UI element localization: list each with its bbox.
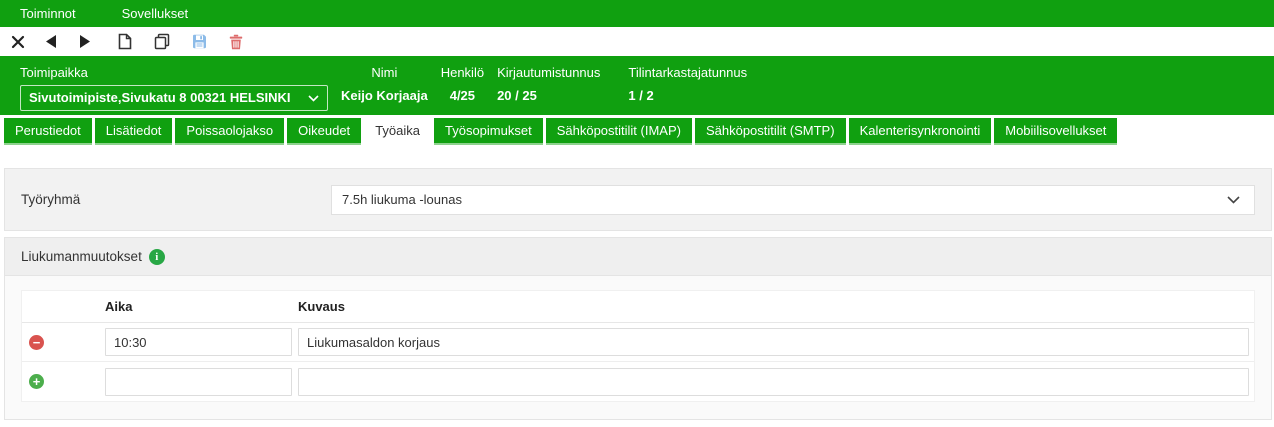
delete-icon[interactable] bbox=[226, 32, 246, 52]
tab-bar: Perustiedot Lisätiedot Poissaolojakso Oi… bbox=[0, 115, 1274, 145]
field-kirjautumistunnus: Kirjautumistunnus 20 / 25 bbox=[497, 63, 600, 115]
toolbar bbox=[0, 27, 1274, 56]
flex-changes-section: Liukumanmuutokset i Aika Kuvaus − + bbox=[4, 237, 1272, 420]
menu-toiminnot[interactable]: Toiminnot bbox=[6, 0, 90, 27]
chevron-down-icon bbox=[1227, 192, 1240, 207]
tab-tyosopimukset[interactable]: Työsopimukset bbox=[434, 118, 543, 145]
nimi-label: Nimi bbox=[371, 63, 397, 83]
table-row: + bbox=[22, 362, 1254, 401]
kirjautumistunnus-label: Kirjautumistunnus bbox=[497, 63, 600, 83]
toimipaikka-value: Sivutoimipiste,Sivukatu 8 00321 HELSINKI bbox=[29, 86, 291, 110]
workgroup-value: 7.5h liukuma -lounas bbox=[342, 192, 462, 207]
field-tilintarkastajatunnus: Tilintarkastajatunnus 1 / 2 bbox=[628, 63, 747, 115]
field-toimipaikka: Toimipaikka Sivutoimipiste,Sivukatu 8 00… bbox=[20, 63, 328, 115]
flex-changes-table: Aika Kuvaus − + bbox=[21, 290, 1255, 402]
kuvaus-input[interactable] bbox=[298, 328, 1249, 356]
flex-changes-header: Liukumanmuutokset i bbox=[5, 238, 1271, 276]
forward-icon[interactable] bbox=[74, 32, 94, 52]
menubar: Toiminnot Sovellukset bbox=[0, 0, 1274, 27]
field-henkilo: Henkilö 4/25 bbox=[441, 63, 484, 115]
field-nimi: Nimi Keijo Korjaaja bbox=[341, 63, 428, 115]
record-header: Toimipaikka Sivutoimipiste,Sivukatu 8 00… bbox=[0, 56, 1274, 115]
tab-poissaolojakso[interactable]: Poissaolojakso bbox=[175, 118, 284, 145]
copy-icon[interactable] bbox=[152, 32, 172, 52]
aika-input[interactable] bbox=[105, 368, 292, 396]
aika-input[interactable] bbox=[105, 328, 292, 356]
aika-column-header: Aika bbox=[105, 299, 298, 314]
tab-sahkopostitilit-smtp[interactable]: Sähköpostitilit (SMTP) bbox=[695, 118, 846, 145]
flex-changes-title: Liukumanmuutokset bbox=[21, 249, 142, 264]
table-row: − bbox=[22, 323, 1254, 362]
workgroup-panel: Työryhmä 7.5h liukuma -lounas bbox=[4, 168, 1272, 231]
chevron-down-icon bbox=[308, 89, 319, 107]
tab-oikeudet[interactable]: Oikeudet bbox=[287, 118, 361, 145]
workgroup-label: Työryhmä bbox=[21, 192, 331, 207]
close-icon[interactable] bbox=[8, 32, 28, 52]
tilintarkastajatunnus-value: 1 / 2 bbox=[628, 83, 747, 109]
save-icon[interactable] bbox=[189, 32, 209, 52]
back-icon[interactable] bbox=[41, 32, 61, 52]
table-header-row: Aika Kuvaus bbox=[22, 291, 1254, 323]
tab-sahkopostitilit-imap[interactable]: Sähköpostitilit (IMAP) bbox=[546, 118, 692, 145]
kuvaus-input[interactable] bbox=[298, 368, 1249, 396]
workgroup-select[interactable]: 7.5h liukuma -lounas bbox=[331, 185, 1255, 215]
henkilo-value: 4/25 bbox=[450, 83, 475, 109]
nimi-value: Keijo Korjaaja bbox=[341, 83, 428, 109]
henkilo-label: Henkilö bbox=[441, 63, 484, 83]
toimipaikka-select[interactable]: Sivutoimipiste,Sivukatu 8 00321 HELSINKI bbox=[20, 85, 328, 111]
tilintarkastajatunnus-label: Tilintarkastajatunnus bbox=[628, 63, 747, 83]
menu-sovellukset[interactable]: Sovellukset bbox=[108, 0, 202, 27]
new-document-icon[interactable] bbox=[115, 32, 135, 52]
toimipaikka-label: Toimipaikka bbox=[20, 63, 328, 83]
remove-row-button[interactable]: − bbox=[29, 335, 44, 350]
tab-perustiedot[interactable]: Perustiedot bbox=[4, 118, 92, 145]
info-icon[interactable]: i bbox=[149, 249, 165, 265]
tab-tyoaika[interactable]: Työaika bbox=[364, 118, 431, 145]
add-row-button[interactable]: + bbox=[29, 374, 44, 389]
tab-mobiilisovellukset[interactable]: Mobiilisovellukset bbox=[994, 118, 1117, 145]
kuvaus-column-header: Kuvaus bbox=[298, 299, 1254, 314]
tab-lisatiedot[interactable]: Lisätiedot bbox=[95, 118, 173, 145]
kirjautumistunnus-value: 20 / 25 bbox=[497, 83, 600, 109]
tab-kalenterisynkronointi[interactable]: Kalenterisynkronointi bbox=[849, 118, 992, 145]
